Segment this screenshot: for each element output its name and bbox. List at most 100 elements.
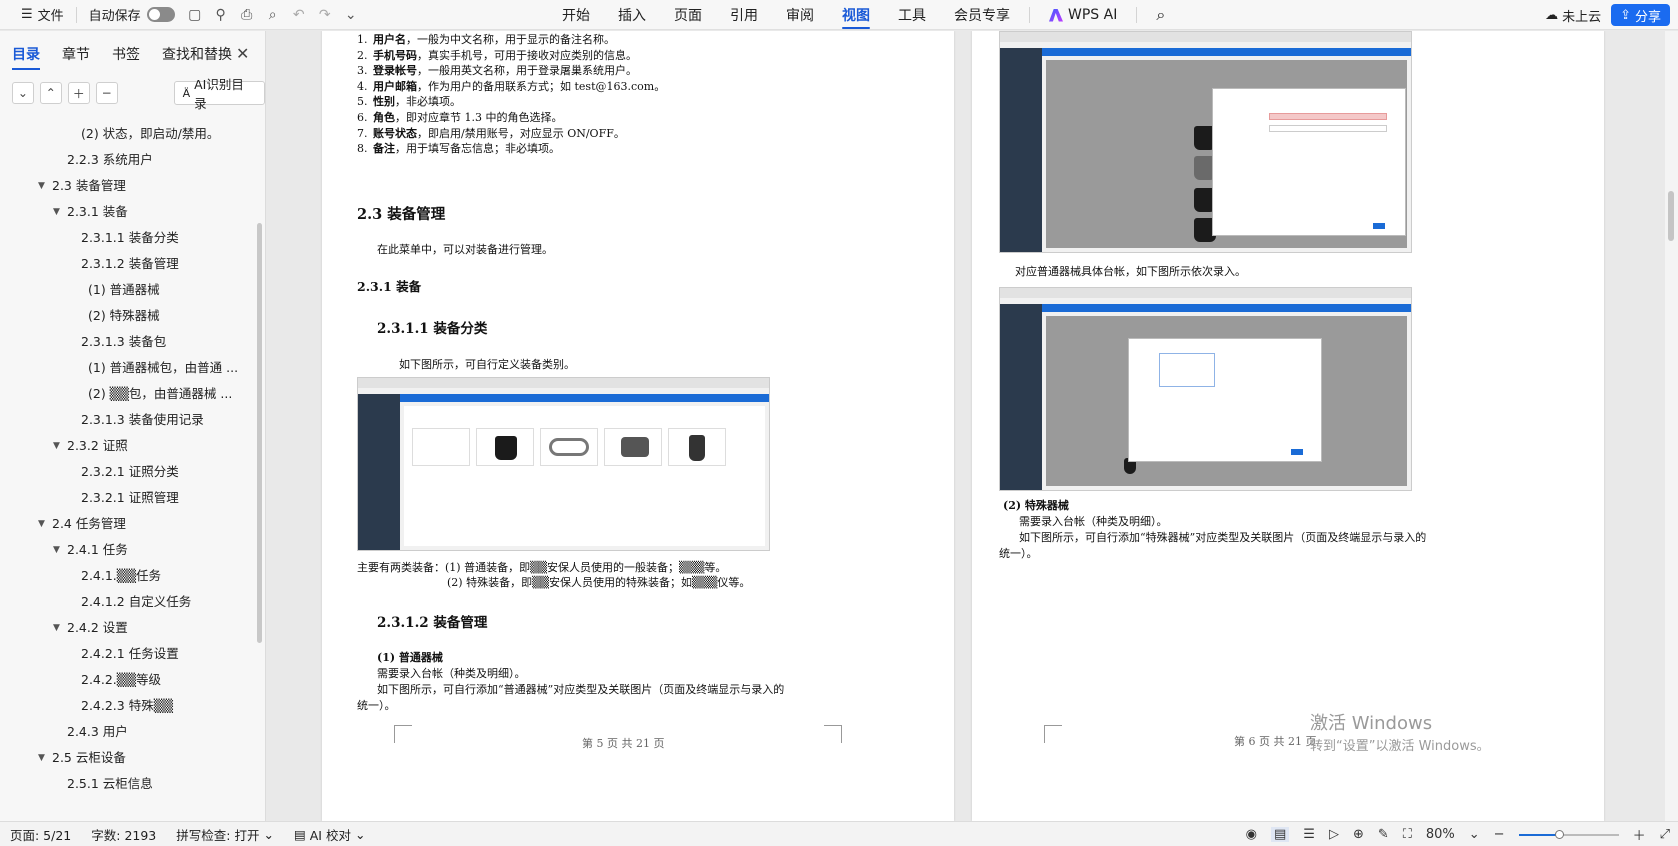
close-icon[interactable]: ✕ — [236, 44, 249, 63]
zoom-slider-knob[interactable] — [1554, 829, 1564, 839]
collapse-up-icon[interactable]: ⌃ — [39, 82, 62, 104]
toc-item[interactable]: (2) ▒▒包，由普通器械 ... — [0, 381, 256, 407]
search-icon[interactable]: ⌕ — [1142, 0, 1179, 30]
toc-item[interactable]: 2.4.2.1 任务设置 — [0, 641, 256, 667]
outline-view-icon[interactable]: ☰ — [1303, 827, 1315, 842]
page-count[interactable]: 页面: 5/21 — [0, 825, 81, 844]
tab-review[interactable]: 审阅 — [772, 0, 828, 30]
paragraph: 如下图所示，可自行添加“普通器械”对应类型及关联图片（页面及终端显示与录入的 — [377, 683, 785, 696]
cloud-button[interactable]: ☁ 未上云 — [1545, 6, 1601, 25]
zoom-out-icon[interactable]: − — [1494, 827, 1505, 842]
redo-icon[interactable]: ↷ — [312, 0, 338, 30]
toc-item[interactable]: (1) 普通器械包，由普通 ... — [0, 355, 256, 381]
expand-arrow-icon[interactable]: ▼ — [53, 615, 60, 641]
paragraph: 需要录入台帐（种类及明细）。 — [377, 667, 526, 680]
toc-item[interactable]: (2) 状态，即启动/禁用。 — [0, 121, 256, 147]
expand-arrow-icon[interactable]: ▼ — [53, 433, 60, 459]
ai-check[interactable]: ▤ AI 校对 ⌄ — [284, 825, 376, 844]
sidebar-tab-find-replace[interactable]: 查找和替换 — [162, 44, 232, 64]
toc-item[interactable]: 2.3.1.3 装备使用记录 — [0, 407, 256, 433]
sidebar-scrollbar[interactable] — [257, 223, 262, 643]
toc-item-label: (1) 普通器械包，由普通 ... — [88, 360, 239, 375]
toc-item[interactable]: 2.4.2.▒▒等级 — [0, 667, 256, 693]
chevron-down-icon[interactable]: ⌄ — [338, 0, 364, 30]
toc-item-label: (1) 普通器械 — [88, 282, 160, 297]
toc-item[interactable]: 2.4.2.3 特殊▒▒ — [0, 693, 256, 719]
paragraph: 需要录入台帐（种类及明细）。 — [1019, 515, 1168, 528]
zoom-slider[interactable] — [1518, 829, 1619, 839]
toggle-switch[interactable] — [146, 7, 175, 22]
toc-item[interactable]: 2.3.2.1 证照分类 — [0, 459, 256, 485]
expand-arrow-icon[interactable]: ▼ — [38, 745, 45, 771]
word-count[interactable]: 字数: 2193 — [81, 825, 166, 844]
tab-view[interactable]: 视图 — [828, 0, 884, 30]
fit-page-icon[interactable]: ⛶ — [1403, 827, 1412, 842]
list-term: 登录帐号 — [373, 64, 417, 78]
remove-icon[interactable]: − — [95, 82, 118, 104]
toc-item[interactable]: (2) 特殊器械 — [0, 303, 256, 329]
toc-item[interactable]: 2.4.1.▒▒任务 — [0, 563, 256, 589]
tab-insert[interactable]: 插入 — [604, 0, 660, 30]
document-scrollbar[interactable] — [1665, 31, 1678, 821]
toc-item[interactable]: 2.5.1 云柜信息 — [0, 771, 256, 797]
autosave-toggle[interactable]: 自动保存 — [82, 0, 182, 30]
toc-item[interactable]: ▼ 2.3.1 装备 — [0, 199, 256, 225]
collapse-down-icon[interactable]: ⌄ — [12, 82, 34, 104]
wps-ai-button[interactable]: WPS AI — [1035, 0, 1131, 30]
expand-arrow-icon[interactable]: ▼ — [38, 511, 45, 537]
share-label: 分享 — [1634, 9, 1661, 25]
expand-arrow-icon[interactable]: ▼ — [53, 537, 60, 563]
toc-item[interactable]: ▼ 2.3 装备管理 — [0, 173, 256, 199]
toc-item[interactable]: (1) 普通器械 — [0, 277, 256, 303]
sidebar-tab-bookmarks[interactable]: 书签 — [112, 44, 140, 64]
toc-item[interactable]: ▼ 2.3.2 证照 — [0, 433, 256, 459]
toc-item[interactable]: 2.4.3 用户 — [0, 719, 256, 745]
tab-member[interactable]: 会员专享 — [940, 0, 1024, 30]
share-button[interactable]: ⇪ 分享 — [1611, 4, 1670, 26]
tab-page[interactable]: 页面 — [660, 0, 716, 30]
tab-reference[interactable]: 引用 — [716, 0, 772, 30]
heading-2-3-1-2: 2.3.1.2 装备管理 — [377, 615, 488, 631]
play-icon[interactable]: ▷ — [1329, 827, 1339, 842]
toc-item[interactable]: 2.2.3 系统用户 — [0, 147, 256, 173]
eye-icon[interactable]: ◉ — [1246, 827, 1257, 842]
tab-tools[interactable]: 工具 — [884, 0, 940, 30]
zoom-in-icon[interactable]: ＋ — [1633, 825, 1646, 844]
zoom-level[interactable]: 80% — [1426, 827, 1455, 842]
wps-ai-label: WPS AI — [1068, 7, 1118, 23]
pen-icon[interactable]: ✎ — [1378, 827, 1389, 842]
paragraph: 在此菜单中，可以对装备进行管理。 — [377, 243, 553, 256]
toc-item[interactable]: 2.3.2.1 证照管理 — [0, 485, 256, 511]
tab-home[interactable]: 开始 — [548, 0, 604, 30]
toc-item[interactable]: ▼ 2.4 任务管理 — [0, 511, 256, 537]
toc-item[interactable]: ▼ 2.5 云柜设备 — [0, 745, 256, 771]
list-number: 2. — [357, 48, 368, 62]
toc-item[interactable]: 2.4.1.2 自定义任务 — [0, 589, 256, 615]
sidebar-tab-chapters[interactable]: 章节 — [62, 44, 90, 64]
save-icon[interactable]: ▢ — [182, 0, 208, 30]
print-icon[interactable]: ⎙ — [234, 0, 260, 30]
toc-item-label: 2.3.2.1 证照管理 — [81, 490, 179, 505]
sidebar-tab-toc[interactable]: 目录 — [12, 44, 40, 70]
spell-check[interactable]: 拼写检查: 打开 ⌄ — [166, 825, 284, 844]
toc-item[interactable]: 2.3.1.3 装备包 — [0, 329, 256, 355]
expand-arrow-icon[interactable]: ▼ — [38, 173, 45, 199]
toc-item[interactable]: 2.3.1.1 装备分类 — [0, 225, 256, 251]
link-icon[interactable]: ⚲ — [208, 0, 234, 30]
scroll-thumb[interactable] — [1668, 191, 1674, 241]
undo-icon[interactable]: ↶ — [286, 0, 312, 30]
heading-2-3: 2.3 装备管理 — [357, 206, 446, 223]
toc-item[interactable]: 2.3.1.2 装备管理 — [0, 251, 256, 277]
chevron-down-icon[interactable]: ⌄ — [1469, 827, 1480, 842]
fullscreen-icon[interactable]: ⤢ — [1660, 827, 1670, 842]
toc-item[interactable]: ▼ 2.4.1 任务 — [0, 537, 256, 563]
add-icon[interactable]: ＋ — [67, 82, 90, 104]
web-view-icon[interactable]: ⊕ — [1353, 827, 1364, 842]
expand-arrow-icon[interactable]: ▼ — [53, 199, 60, 225]
list-description: ，作为用户的备用联系方式；如 test@163.com。 — [417, 79, 666, 93]
file-menu[interactable]: ☰ 文件 — [14, 0, 71, 30]
toc-item[interactable]: ▼ 2.4.2 设置 — [0, 615, 256, 641]
page-view-icon[interactable]: ▤ — [1270, 827, 1290, 842]
print-preview-icon[interactable]: ⌕ — [260, 0, 286, 30]
ai-toc-button[interactable]: Ä AI识别目录 — [173, 77, 265, 111]
